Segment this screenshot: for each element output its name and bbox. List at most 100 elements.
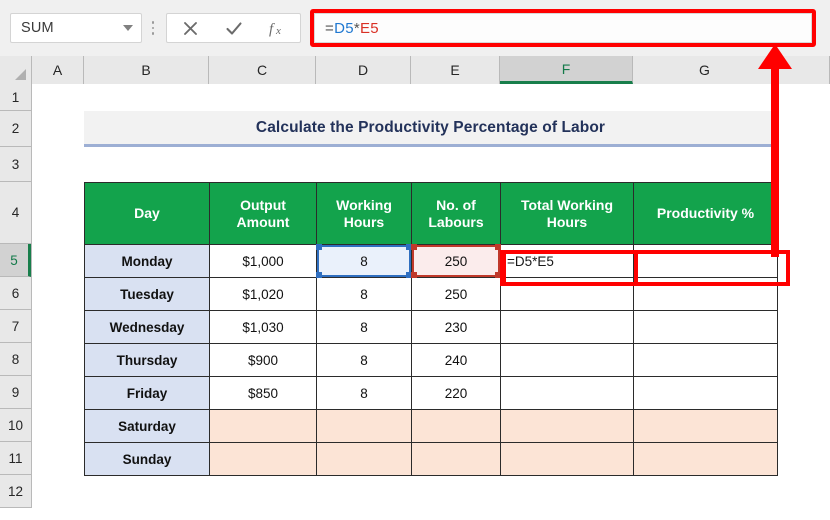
cell-productivity-tuesday[interactable] <box>633 277 778 311</box>
vertical-dots-grip-icon <box>144 13 162 43</box>
formula-input[interactable]: = D5 * E5 <box>314 13 812 43</box>
table-header-working-hours: Working Hours <box>316 182 412 245</box>
cell-day-tuesday[interactable]: Tuesday <box>84 277 210 311</box>
cell-working-hours-monday[interactable]: 8 <box>316 244 412 278</box>
column-header-b[interactable]: B <box>84 56 209 84</box>
excel-window: SUM f x = D5 * E5 A B C D E F G 1 2 3 4 … <box>0 0 830 520</box>
cell-total-hours-sunday[interactable] <box>500 442 634 476</box>
cell-total-hours-thursday[interactable] <box>500 343 634 377</box>
cell-total-hours-tuesday[interactable] <box>500 277 634 311</box>
cell-productivity-thursday[interactable] <box>633 343 778 377</box>
cell-output-friday[interactable]: $850 <box>209 376 317 410</box>
cell-output-thursday[interactable]: $900 <box>209 343 317 377</box>
cancel-x-icon[interactable] <box>169 15 212 42</box>
cell-labours-thursday[interactable]: 240 <box>411 343 501 377</box>
table-row: Wednesday $1,030 8 230 <box>84 310 778 344</box>
cell-value: 8 <box>360 253 368 269</box>
row-header-5[interactable]: 5 <box>0 244 31 277</box>
row-header-1[interactable]: 1 <box>0 84 31 111</box>
cell-productivity-saturday[interactable] <box>633 409 778 443</box>
formula-input-container: = D5 * E5 <box>310 9 816 47</box>
cell-output-tuesday[interactable]: $1,020 <box>209 277 317 311</box>
insert-function-fx-icon[interactable]: f x <box>255 15 298 42</box>
row-header-4[interactable]: 4 <box>0 182 31 244</box>
cell-working-hours-friday[interactable]: 8 <box>316 376 412 410</box>
ref-handle[interactable] <box>316 244 322 250</box>
cell-productivity-friday[interactable] <box>633 376 778 410</box>
cell-output-saturday[interactable] <box>209 409 317 443</box>
cell-formula-text: =D5*E5 <box>507 253 554 269</box>
row-header-11[interactable]: 11 <box>0 442 31 475</box>
row-header-10[interactable]: 10 <box>0 409 31 442</box>
cell-labours-wednesday[interactable]: 230 <box>411 310 501 344</box>
column-header-a[interactable]: A <box>32 56 84 84</box>
cell-labours-monday[interactable]: 250 <box>411 244 501 278</box>
ref-handle[interactable] <box>495 244 501 250</box>
ref-handle[interactable] <box>411 272 417 278</box>
cell-total-hours-monday[interactable]: =D5*E5 <box>500 244 634 278</box>
cell-day-saturday[interactable]: Saturday <box>84 409 210 443</box>
table-header-row: Day Output Amount Working Hours No. of L… <box>84 182 778 245</box>
row-header-7[interactable]: 7 <box>0 310 31 343</box>
cell-day-wednesday[interactable]: Wednesday <box>84 310 210 344</box>
table-row: Sunday <box>84 442 778 476</box>
cell-day-sunday[interactable]: Sunday <box>84 442 210 476</box>
cell-working-hours-saturday[interactable] <box>316 409 412 443</box>
formula-bar-strip: SUM f x = D5 * E5 <box>0 0 830 56</box>
table-row: Tuesday $1,020 8 250 <box>84 277 778 311</box>
table-header-total-hours: Total Working Hours <box>500 182 634 245</box>
column-header-row: A B C D E F G <box>0 56 830 84</box>
row-header-9[interactable]: 9 <box>0 376 31 409</box>
cell-day-monday[interactable]: Monday <box>84 244 210 278</box>
cell-productivity-sunday[interactable] <box>633 442 778 476</box>
row-header-column: 1 2 3 4 5 6 7 8 9 10 11 12 <box>0 84 32 508</box>
cell-working-hours-sunday[interactable] <box>316 442 412 476</box>
cell-value: 250 <box>444 253 468 269</box>
ref-handle[interactable] <box>316 272 322 278</box>
select-all-corner-icon[interactable] <box>0 56 32 84</box>
cell-day-friday[interactable]: Friday <box>84 376 210 410</box>
cell-output-wednesday[interactable]: $1,030 <box>209 310 317 344</box>
formula-reference-d5: D5 <box>334 19 354 37</box>
table-header-productivity: Productivity % <box>633 182 778 245</box>
table-header-output: Output Amount <box>209 182 317 245</box>
column-header-e[interactable]: E <box>411 56 500 84</box>
ref-handle[interactable] <box>411 244 417 250</box>
ref-handle[interactable] <box>495 272 501 278</box>
cell-productivity-monday[interactable] <box>633 244 778 278</box>
confirm-check-icon[interactable] <box>212 15 255 42</box>
cell-output-monday[interactable]: $1,000 <box>209 244 317 278</box>
sheet-title-banner: Calculate the Productivity Percentage of… <box>84 111 777 147</box>
row-header-3[interactable]: 3 <box>0 147 31 182</box>
cell-total-hours-wednesday[interactable] <box>500 310 634 344</box>
row-header-6[interactable]: 6 <box>0 277 31 310</box>
column-header-g[interactable]: G <box>633 56 777 84</box>
column-header-h[interactable] <box>777 56 830 84</box>
row-header-12[interactable]: 12 <box>0 475 31 508</box>
cell-working-hours-thursday[interactable]: 8 <box>316 343 412 377</box>
column-header-c[interactable]: C <box>209 56 316 84</box>
sheet-content: Calculate the Productivity Percentage of… <box>32 84 830 520</box>
name-box-value: SUM <box>21 20 54 36</box>
chevron-down-icon[interactable] <box>123 25 133 31</box>
cell-labours-friday[interactable]: 220 <box>411 376 501 410</box>
row-header-8[interactable]: 8 <box>0 343 31 376</box>
table-row: Saturday <box>84 409 778 443</box>
row-header-2[interactable]: 2 <box>0 111 31 147</box>
svg-text:x: x <box>275 25 281 37</box>
column-header-d[interactable]: D <box>316 56 411 84</box>
cell-labours-tuesday[interactable]: 250 <box>411 277 501 311</box>
table-row: Monday $1,000 8 250 =D5*E5 <box>84 244 778 278</box>
name-box[interactable]: SUM <box>10 13 142 43</box>
cell-total-hours-friday[interactable] <box>500 376 634 410</box>
cell-labours-sunday[interactable] <box>411 442 501 476</box>
cell-labours-saturday[interactable] <box>411 409 501 443</box>
cell-day-thursday[interactable]: Thursday <box>84 343 210 377</box>
cell-working-hours-wednesday[interactable]: 8 <box>316 310 412 344</box>
cell-working-hours-tuesday[interactable]: 8 <box>316 277 412 311</box>
column-header-f[interactable]: F <box>500 56 633 84</box>
cell-output-sunday[interactable] <box>209 442 317 476</box>
spreadsheet-grid: A B C D E F G 1 2 3 4 5 6 7 8 9 10 11 12 <box>0 56 830 520</box>
cell-total-hours-saturday[interactable] <box>500 409 634 443</box>
cell-productivity-wednesday[interactable] <box>633 310 778 344</box>
